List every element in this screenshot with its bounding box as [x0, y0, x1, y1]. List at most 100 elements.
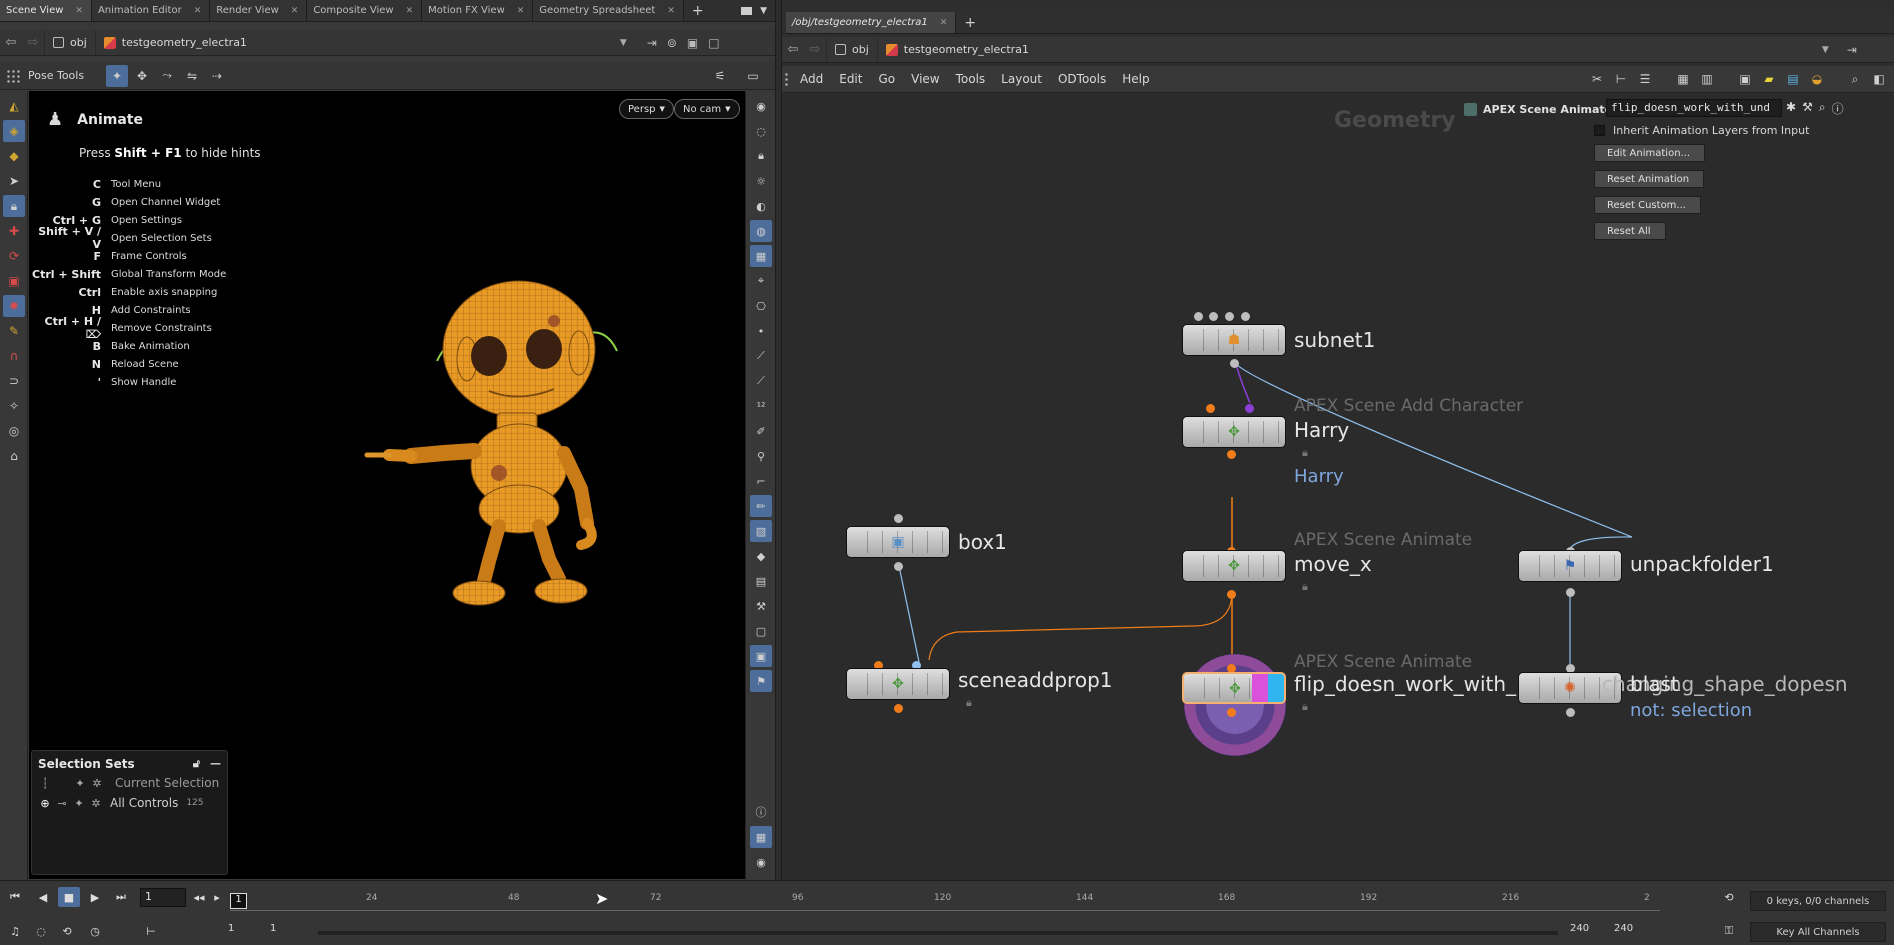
node-body[interactable]: ✥ — [1182, 672, 1286, 704]
eye-icon[interactable]: ◉ — [750, 851, 772, 873]
input-port[interactable] — [1209, 312, 1218, 321]
menu-tools[interactable]: Tools — [948, 72, 994, 86]
node-name-field[interactable]: flip_doesn_work_with_und — [1606, 99, 1782, 117]
pane-menu-icon[interactable]: ▼ — [760, 6, 767, 16]
tab-scene-view[interactable]: Scene View ✕ — [0, 0, 92, 21]
edit-animation-button[interactable]: Edit Animation... — [1594, 144, 1706, 162]
output-port[interactable] — [1566, 708, 1575, 717]
pose-red-icon[interactable]: ✸ — [3, 295, 25, 317]
grip-icon[interactable] — [784, 72, 790, 86]
breadcrumb-node[interactable]: testgeometry_electra1 ▼ — [94, 30, 635, 55]
input-port[interactable] — [1245, 404, 1254, 413]
shading-icon[interactable]: ◍ — [750, 220, 772, 242]
eraser-icon[interactable]: ⌂ — [3, 445, 25, 467]
add-tab-icon[interactable]: + — [956, 12, 984, 33]
lock-camera-icon[interactable]: 🔒︎ — [750, 145, 772, 167]
tab-render-view[interactable]: Render View ✕ — [210, 0, 308, 21]
range-slider[interactable] — [318, 931, 1558, 935]
tab-animation-editor[interactable]: Animation Editor ✕ — [91, 0, 211, 21]
menu-layout[interactable]: Layout — [993, 72, 1050, 86]
node-body[interactable]: ⚑ — [1518, 550, 1622, 582]
add-tab-icon[interactable]: + — [684, 0, 712, 21]
link-icon[interactable]: ⊚ — [667, 36, 677, 50]
corner-icon[interactable]: ⌐ — [750, 470, 772, 492]
menu-help[interactable]: Help — [1114, 72, 1157, 86]
gear-icon[interactable]: ✱ — [1786, 100, 1796, 117]
breadcrumb-obj[interactable]: obj — [826, 37, 877, 62]
checkbox[interactable] — [1594, 125, 1605, 136]
network-canvas[interactable]: Geometry APEX Scene Animate flip_doesn_w… — [782, 94, 1894, 880]
display-options-icon[interactable]: ◉ — [750, 95, 772, 117]
reset-custom-button[interactable]: Reset Custom... — [1594, 196, 1701, 214]
headlight-icon[interactable]: ◐ — [750, 195, 772, 217]
grip-icon[interactable] — [6, 68, 20, 83]
output-port[interactable] — [894, 562, 903, 571]
wrench-icon[interactable]: ⚒ — [1802, 100, 1813, 117]
output-port[interactable] — [1230, 359, 1239, 368]
unlock-icon[interactable]: 🔓︎ — [193, 757, 200, 771]
close-icon[interactable]: ✕ — [75, 6, 83, 16]
ruler-current-frame[interactable]: 1 — [230, 893, 247, 909]
reset-animation-button[interactable]: Reset Animation — [1594, 170, 1705, 188]
brush-tool-icon[interactable]: ✎ — [3, 320, 25, 342]
key-all-channels-button[interactable]: Key All Channels — [1750, 922, 1886, 942]
pose-select-icon[interactable]: ✦ — [106, 64, 129, 87]
output-port[interactable] — [1566, 588, 1575, 597]
range-end2-field[interactable]: 240 — [1614, 923, 1633, 934]
keys-status[interactable]: 0 keys, 0/0 channels — [1750, 891, 1886, 911]
node-body[interactable]: ✥ — [1182, 550, 1286, 582]
tab-motion-fx-view[interactable]: Motion FX View ✕ — [422, 0, 534, 21]
toolbar-collapse-icon[interactable]: ▭ — [742, 65, 764, 87]
point-icon[interactable]: • — [750, 320, 772, 342]
forward-icon[interactable]: ⇨ — [804, 42, 826, 57]
target-icon[interactable]: ◎ — [3, 420, 25, 442]
selection-set-all-controls[interactable]: ⊕ ⊸ ✦ ✲ All Controls 125 — [32, 793, 227, 813]
background-icon[interactable]: ▤ — [750, 570, 772, 592]
timeline-ruler[interactable]: 1 24 48 72 96 120 144 168 192 216 2 — [230, 893, 1660, 919]
menu-odtools[interactable]: ODTools — [1050, 72, 1114, 86]
audio-icon[interactable]: ♫ — [4, 921, 26, 941]
lock-icon[interactable]: 🔒︎ — [1302, 700, 1308, 714]
pose-mirror-icon[interactable]: ⇋ — [181, 65, 203, 87]
tab-geometry-spreadsheet[interactable]: Geometry Spreadsheet ✕ — [533, 0, 684, 21]
brush-icon[interactable]: ⟋ — [750, 370, 772, 392]
lock-icon[interactable]: 🔒︎ — [966, 696, 972, 710]
grid-view-icon[interactable]: ▦ — [1674, 70, 1692, 88]
close-icon[interactable]: ✕ — [667, 6, 675, 16]
pin-icon[interactable]: ⇥ — [647, 36, 657, 50]
help-search-icon[interactable]: ⌕ — [1819, 100, 1826, 117]
location-icon[interactable]: ⚑ — [750, 670, 772, 692]
magnet-options-icon[interactable]: ⊃ — [3, 370, 25, 392]
toolbar-options-icon[interactable]: ⚟ — [709, 65, 731, 87]
numbers-icon[interactable]: ¹² — [750, 395, 772, 417]
range-start-field[interactable]: 1 — [228, 923, 234, 934]
tree-icon[interactable]: ⊢ — [1612, 70, 1630, 88]
back-icon[interactable]: ⇦ — [0, 35, 22, 50]
close-icon[interactable]: ✕ — [406, 6, 414, 16]
rotate-red-icon[interactable]: ⟳ — [3, 245, 25, 267]
tab-composite-view[interactable]: Composite View ✕ — [307, 0, 423, 21]
output-port[interactable] — [1227, 450, 1236, 459]
persp-menu-button[interactable]: Persp ▼ — [619, 99, 674, 119]
snapshot-icon[interactable]: ⎔ — [750, 295, 772, 317]
close-icon[interactable]: ✕ — [194, 6, 202, 16]
output-port[interactable] — [1227, 708, 1236, 717]
menu-edit[interactable]: Edit — [831, 72, 870, 86]
output-port[interactable] — [894, 704, 903, 713]
select-arrow-icon[interactable]: ➤ — [3, 170, 25, 192]
key-icon[interactable]: ⚿ — [1718, 921, 1740, 941]
image-icon[interactable]: ▤ — [1784, 70, 1802, 88]
tool-icon[interactable]: ⚒ — [750, 595, 772, 617]
info-icon[interactable]: ⓘ — [1832, 100, 1844, 117]
back-icon[interactable]: ⇦ — [782, 42, 804, 57]
input-port[interactable] — [1194, 312, 1203, 321]
breadcrumb-node[interactable]: testgeometry_electra1 ▼ — [876, 37, 1837, 62]
add-icon[interactable]: ⊕ — [38, 797, 52, 810]
camera-icon[interactable]: ⌖ — [750, 270, 772, 292]
maximize-icon[interactable]: □ — [708, 36, 719, 50]
close-icon[interactable]: ✕ — [291, 6, 299, 16]
view-tool-icon[interactable]: ◭ — [3, 95, 25, 117]
jump-end-icon[interactable]: ⏭ — [110, 887, 132, 907]
range-start2-field[interactable]: 1 — [270, 923, 276, 934]
display-flag[interactable] — [1268, 674, 1284, 702]
